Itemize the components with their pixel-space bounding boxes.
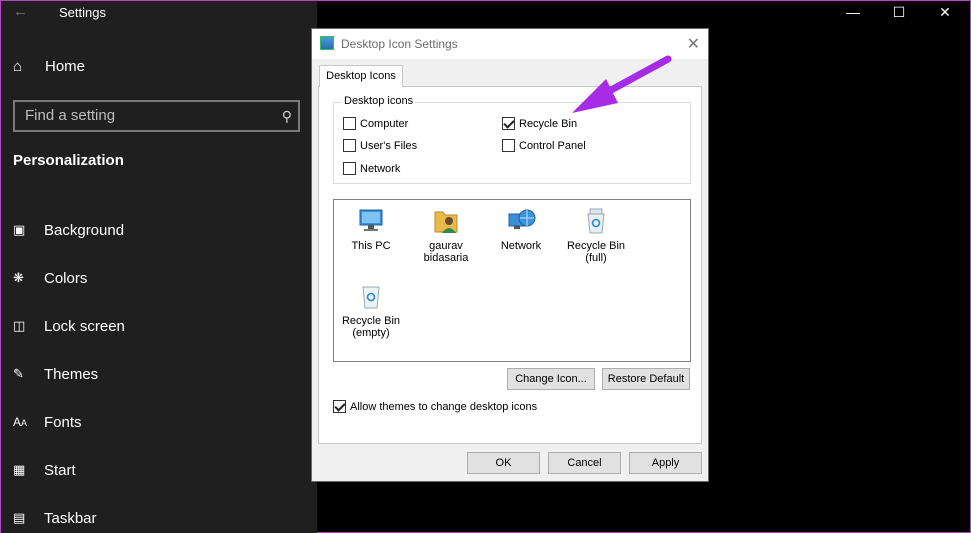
nav-item-label: Lock screen <box>44 317 125 335</box>
this-pc-icon <box>356 206 386 236</box>
network-checkbox[interactable]: Network <box>343 162 400 175</box>
search-input[interactable]: Find a setting ⚲ <box>13 100 300 132</box>
tab-desktop-icons[interactable]: Desktop Icons <box>319 65 403 87</box>
nav-item-start[interactable]: ▦ Start <box>13 446 125 494</box>
icon-list-view[interactable]: This PC gaurav bidasaria Network Recycle… <box>333 199 691 362</box>
icon-recycle-bin-full[interactable]: Recycle Bin (full) <box>561 206 631 264</box>
icon-caption-line2: bidasaria <box>423 252 469 264</box>
group-label: Desktop icons <box>342 95 416 107</box>
icon-network[interactable]: Network <box>486 206 556 252</box>
nav-home[interactable]: ⌂ Home <box>13 58 85 75</box>
checkbox-label: Network <box>360 162 401 175</box>
nav-item-background[interactable]: ▣ Background <box>13 206 125 254</box>
control-panel-checkbox[interactable]: Control Panel <box>502 139 586 152</box>
dialog-close-icon[interactable]: ✕ <box>687 34 700 54</box>
home-icon: ⌂ <box>13 58 23 75</box>
tab-panel: Desktop icons Computer Recycle Bin User'… <box>318 86 702 444</box>
settings-sidebar: ← Settings ⌂ Home Find a setting ⚲ Perso… <box>1 1 317 533</box>
icon-caption: gaurav <box>429 240 463 252</box>
icon-recycle-bin-empty[interactable]: Recycle Bin (empty) <box>336 281 406 339</box>
checkbox-label: Control Panel <box>519 139 586 152</box>
fonts-icon: AA <box>13 415 28 429</box>
taskbar-icon: ▤ <box>13 510 26 525</box>
back-arrow-icon[interactable]: ← <box>13 3 28 20</box>
section-title: Personalization <box>13 152 124 169</box>
minimize-button[interactable]: — <box>830 1 876 25</box>
nav-item-label: Fonts <box>44 413 82 431</box>
caption-buttons: — ☐ ✕ <box>830 1 970 25</box>
search-icon[interactable]: ⚲ <box>282 102 292 130</box>
nav-item-label: Start <box>44 461 76 479</box>
allow-themes-checkbox[interactable]: Allow themes to change desktop icons <box>333 400 537 413</box>
checkbox-box[interactable] <box>502 139 515 152</box>
checkbox-box[interactable] <box>343 162 356 175</box>
restore-default-button[interactable]: Restore Default <box>602 368 690 390</box>
window-title: Settings <box>59 5 106 20</box>
nav-item-label: Background <box>44 221 125 239</box>
settings-titlebar: ← Settings <box>1 1 317 25</box>
icon-caption: Recycle Bin <box>566 240 626 252</box>
nav-item-lock-screen[interactable]: ◫ Lock screen <box>13 302 125 350</box>
nav-item-label: Colors <box>44 269 88 287</box>
cancel-button[interactable]: Cancel <box>548 452 621 474</box>
nav-item-label: Themes <box>44 365 99 383</box>
icon-caption: This PC <box>351 240 391 252</box>
nav-item-colors[interactable]: ❋ Colors <box>13 254 125 302</box>
dialog-title: Desktop Icon Settings <box>341 37 458 51</box>
icon-caption-line2: (empty) <box>352 327 390 339</box>
nav-item-label: Taskbar <box>44 509 97 527</box>
checkbox-box[interactable] <box>343 139 356 152</box>
maximize-button[interactable]: ☐ <box>876 1 922 25</box>
checkbox-label: Computer <box>360 117 409 130</box>
computer-checkbox[interactable]: Computer <box>343 117 408 130</box>
checkbox-box[interactable] <box>343 117 356 130</box>
start-icon: ▦ <box>13 462 26 477</box>
desktop-settings-icon <box>320 36 334 50</box>
checkbox-box[interactable] <box>502 117 515 130</box>
icon-this-pc[interactable]: This PC <box>336 206 406 252</box>
search-placeholder: Find a setting <box>25 107 116 124</box>
recycle-bin-full-icon <box>581 206 611 236</box>
checkbox-label: User's Files <box>360 139 418 152</box>
nav-item-fonts[interactable]: AA Fonts <box>13 398 125 446</box>
users-files-checkbox[interactable]: User's Files <box>343 139 417 152</box>
user-folder-icon <box>431 206 461 236</box>
icon-caption-line2: (full) <box>585 252 607 264</box>
palette-icon: ❋ <box>13 270 24 285</box>
apply-button[interactable]: Apply <box>629 452 702 474</box>
network-icon <box>506 206 536 236</box>
icon-caption: Network <box>500 240 542 252</box>
nav-item-themes[interactable]: ✎ Themes <box>13 350 125 398</box>
icon-caption: Recycle Bin <box>341 315 401 327</box>
nav-list: ▣ Background ❋ Colors ◫ Lock screen ✎ Th… <box>13 206 125 533</box>
checkbox-box[interactable] <box>333 400 346 413</box>
change-icon-button[interactable]: Change Icon... <box>507 368 595 390</box>
nav-item-taskbar[interactable]: ▤ Taskbar <box>13 494 125 533</box>
checkbox-label: Allow themes to change desktop icons <box>350 400 538 413</box>
nav-home-label: Home <box>45 58 86 75</box>
close-button[interactable]: ✕ <box>922 1 968 25</box>
picture-icon: ▣ <box>13 222 26 237</box>
lock-screen-icon: ◫ <box>13 318 26 333</box>
recycle-bin-empty-icon <box>356 281 386 311</box>
icon-user-files[interactable]: gaurav bidasaria <box>411 206 481 264</box>
ok-button[interactable]: OK <box>467 452 540 474</box>
annotation-arrow-icon <box>572 55 672 113</box>
themes-icon: ✎ <box>13 366 24 381</box>
